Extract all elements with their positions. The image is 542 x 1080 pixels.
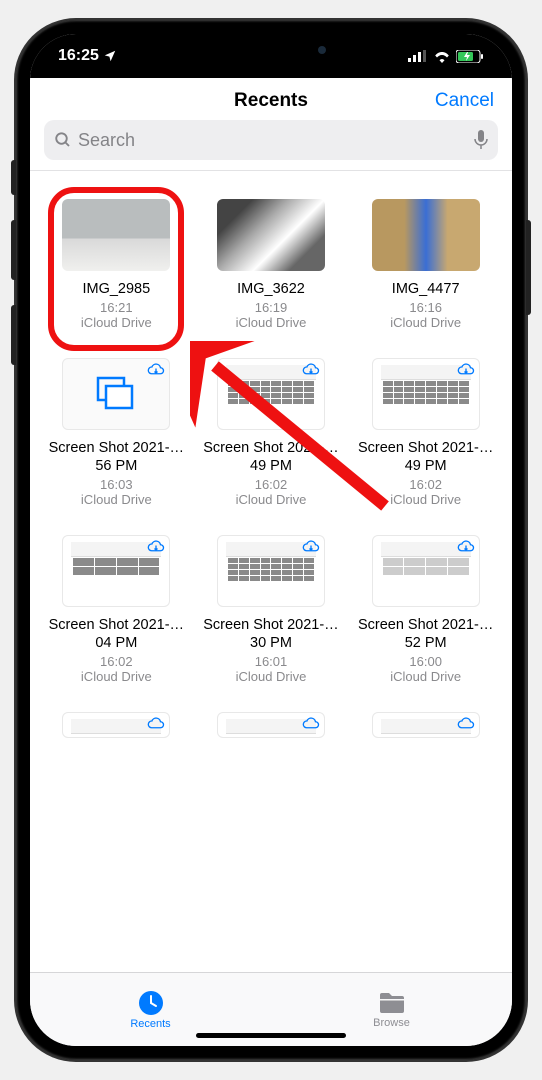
file-time: 16:02	[100, 654, 133, 669]
file-name: Screen Shot 2021-…49 PM	[201, 440, 341, 475]
file-location: iCloud Drive	[390, 492, 461, 507]
search-icon	[54, 131, 72, 149]
cloud-download-icon	[147, 363, 165, 377]
cloud-download-icon	[302, 363, 320, 377]
cancel-button[interactable]: Cancel	[435, 90, 494, 112]
nav-bar: Recents Cancel	[30, 78, 512, 120]
file-thumbnail	[62, 199, 170, 271]
file-item[interactable]: IMG_3622 16:19 iCloud Drive	[199, 199, 344, 330]
file-item[interactable]	[199, 712, 344, 748]
file-time: 16:00	[409, 654, 442, 669]
file-item[interactable]	[44, 712, 189, 748]
file-name: Screen Shot 2021-…56 PM	[46, 440, 186, 475]
status-time: 16:25	[58, 47, 99, 65]
file-item[interactable]: Screen Shot 2021-…49 PM 16:02 iCloud Dri…	[199, 358, 344, 507]
notch	[166, 34, 376, 64]
hardware-buttons-left	[11, 160, 16, 390]
file-thumbnail	[217, 358, 325, 430]
file-name: Screen Shot 2021-…30 PM	[201, 617, 341, 652]
file-item[interactable]: Screen Shot 2021-…04 PM 16:02 iCloud Dri…	[44, 535, 189, 684]
folder-icon	[378, 991, 406, 1015]
clock-icon	[138, 990, 164, 1016]
microphone-icon[interactable]	[474, 130, 488, 150]
file-name: Screen Shot 2021-…04 PM	[46, 617, 186, 652]
hardware-button-power	[526, 220, 531, 315]
search-bar[interactable]	[44, 120, 498, 160]
file-name: Screen Shot 2021-…49 PM	[356, 440, 496, 475]
file-thumbnail	[372, 712, 480, 738]
cloud-download-icon	[457, 363, 475, 377]
location-arrow-icon	[103, 49, 117, 63]
file-time: 16:21	[100, 300, 133, 315]
file-time: 16:16	[409, 300, 442, 315]
file-time: 16:01	[255, 654, 288, 669]
file-item[interactable]: IMG_2985 16:21 iCloud Drive	[44, 199, 189, 330]
file-thumbnail	[62, 358, 170, 430]
file-thumbnail	[62, 712, 170, 738]
file-thumbnail	[372, 358, 480, 430]
file-item[interactable]: Screen Shot 2021-…56 PM 16:03 iCloud Dri…	[44, 358, 189, 507]
file-name: Screen Shot 2021-…52 PM	[356, 617, 496, 652]
file-name: IMG_4477	[392, 281, 460, 298]
search-input[interactable]	[78, 130, 468, 151]
battery-icon	[456, 50, 484, 63]
file-name: IMG_2985	[82, 281, 150, 298]
file-time: 16:19	[255, 300, 288, 315]
file-time: 16:03	[100, 477, 133, 492]
cloud-download-icon	[302, 540, 320, 554]
file-thumbnail	[372, 535, 480, 607]
file-location: iCloud Drive	[81, 492, 152, 507]
file-thumbnail	[62, 535, 170, 607]
screen: 16:25 Recents Cancel	[30, 34, 512, 1046]
file-location: iCloud Drive	[390, 669, 461, 684]
file-item[interactable]	[353, 712, 498, 748]
tab-label: Recents	[130, 1018, 170, 1030]
file-location: iCloud Drive	[81, 315, 152, 330]
file-thumbnail	[217, 199, 325, 271]
file-item[interactable]: Screen Shot 2021-…49 PM 16:02 iCloud Dri…	[353, 358, 498, 507]
cellular-signal-icon	[408, 50, 428, 62]
file-location: iCloud Drive	[236, 492, 307, 507]
file-name: IMG_3622	[237, 281, 305, 298]
cloud-download-icon	[302, 717, 320, 731]
file-location: iCloud Drive	[236, 315, 307, 330]
file-item[interactable]: IMG_4477 16:16 iCloud Drive	[353, 199, 498, 330]
file-location: iCloud Drive	[81, 669, 152, 684]
file-location: iCloud Drive	[390, 315, 461, 330]
file-time: 16:02	[255, 477, 288, 492]
file-thumbnail	[217, 712, 325, 738]
stack-icon	[94, 374, 138, 414]
phone-frame: 16:25 Recents Cancel	[16, 20, 526, 1060]
tab-label: Browse	[373, 1017, 410, 1029]
file-time: 16:02	[409, 477, 442, 492]
file-thumbnail	[217, 535, 325, 607]
cloud-download-icon	[147, 717, 165, 731]
file-thumbnail	[372, 199, 480, 271]
wifi-icon	[433, 50, 451, 63]
file-grid-area: IMG_2985 16:21 iCloud Drive IMG_3622 16:…	[30, 171, 512, 972]
file-item[interactable]: Screen Shot 2021-…52 PM 16:00 iCloud Dri…	[353, 535, 498, 684]
home-indicator[interactable]	[196, 1033, 346, 1038]
file-item[interactable]: Screen Shot 2021-…30 PM 16:01 iCloud Dri…	[199, 535, 344, 684]
file-location: iCloud Drive	[236, 669, 307, 684]
cloud-download-icon	[457, 717, 475, 731]
cloud-download-icon	[147, 540, 165, 554]
cloud-download-icon	[457, 540, 475, 554]
